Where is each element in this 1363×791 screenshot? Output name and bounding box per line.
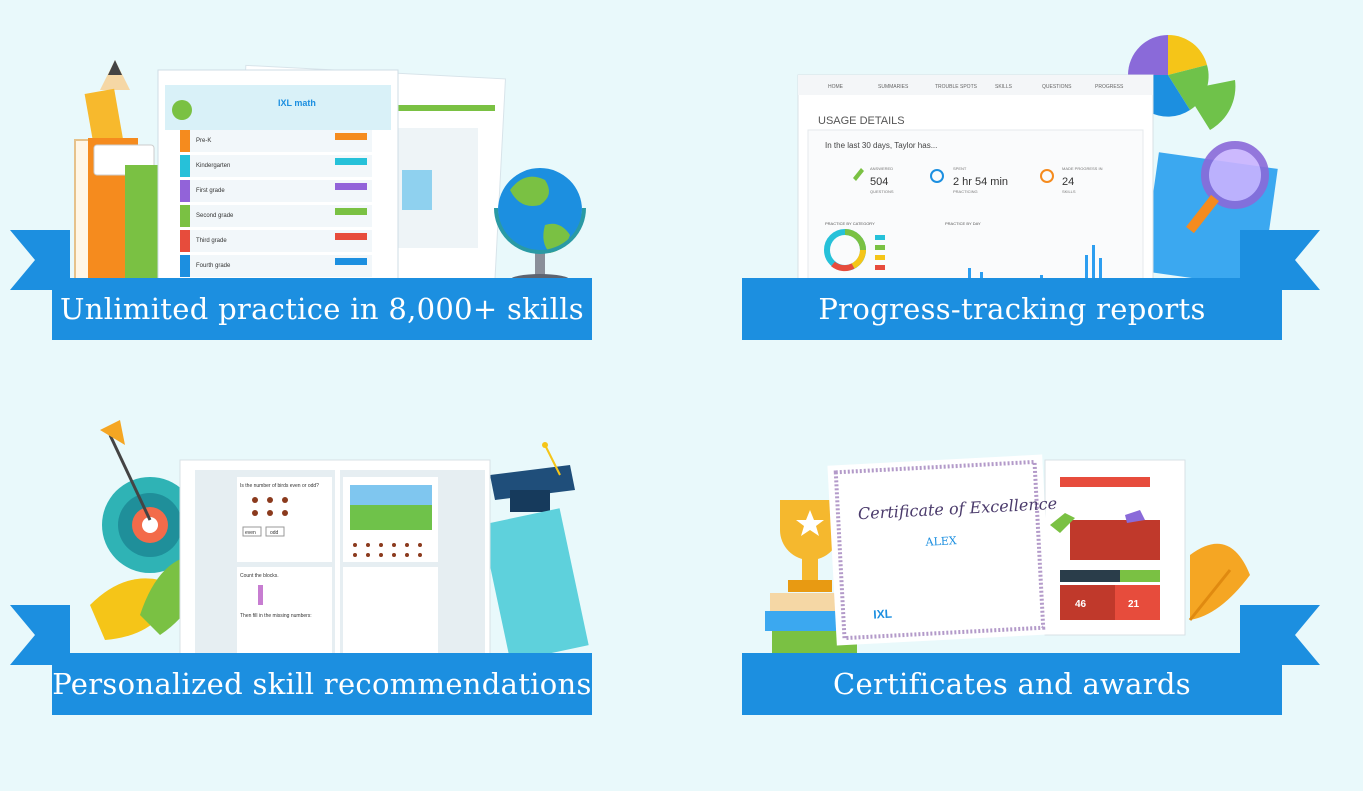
ixl-math-logo: IXL math	[278, 98, 316, 108]
usage-details-heading: USAGE DETAILS	[818, 115, 905, 127]
report-nav-0: HOME	[828, 84, 844, 90]
feature-label: Progress-tracking reports	[742, 278, 1282, 340]
stat-unit-0: QUESTIONS	[870, 189, 894, 194]
graduation-cap-icon	[490, 442, 575, 512]
question-1: Is the number of birds even or odd?	[240, 483, 319, 489]
certificate-name: ALEX	[924, 534, 957, 549]
stat-value-1: 2 hr 54 min	[953, 176, 1008, 188]
answer-odd: odd	[270, 530, 279, 536]
panel-left-title: PRACTICE BY CATEGORY	[825, 221, 875, 226]
feature-label: Personalized skill recommendations	[52, 653, 592, 715]
grade-label-0: Pre-K	[196, 138, 211, 144]
stat-caption-1: SPENT	[953, 166, 967, 171]
feature-certificates: Certificate of Excellence ALEX IXL 46 21…	[690, 405, 1320, 755]
report-nav-5: PROGRESS	[1095, 84, 1124, 90]
feature-progress-reports: HOME SUMMARIES TROUBLE SPOTS SKILLS QUES…	[690, 30, 1320, 380]
report-nav-3: SKILLS	[995, 84, 1013, 90]
report-nav-4: QUESTIONS	[1042, 84, 1072, 90]
stat-caption-0: ANSWERED	[870, 166, 893, 171]
panel-right-title: PRACTICE BY DAY	[945, 221, 981, 226]
grade-label-2: First grade	[196, 188, 225, 194]
report-nav-2: TROUBLE SPOTS	[935, 84, 978, 90]
feature-recommendations: Is the number of birds even or odd? even…	[0, 405, 620, 755]
question-2: Count the blocks.	[240, 573, 279, 579]
grade-label-1: Kindergarten	[196, 163, 230, 169]
feature-label: Certificates and awards	[742, 653, 1282, 715]
grade-label-3: Second grade	[196, 213, 234, 219]
report-nav-1: SUMMARIES	[878, 84, 909, 90]
feature-label: Unlimited practice in 8,000+ skills	[52, 278, 592, 340]
stat-unit-2: SKILLS	[1062, 189, 1076, 194]
stat-unit-1: PRACTICING	[953, 189, 978, 194]
stat-value-2: 24	[1062, 176, 1074, 188]
feature-unlimited-practice: IXL math Pre-K Kindergarten First grade …	[0, 30, 620, 380]
usage-intro: In the last 30 days, Taylor has...	[825, 141, 937, 150]
stat-value-0: 504	[870, 176, 888, 188]
answer-even: even	[245, 530, 256, 536]
stat-caption-2: MADE PROGRESS IN	[1062, 166, 1103, 171]
